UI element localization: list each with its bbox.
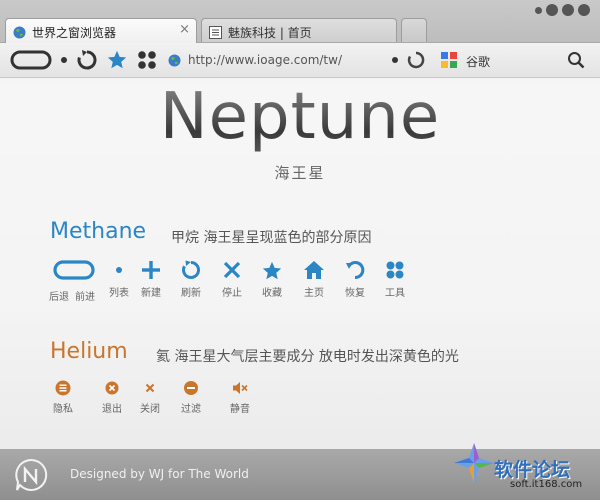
refresh-button[interactable]: 刷新 [169, 260, 213, 299]
filter-button[interactable]: 过滤 [169, 380, 213, 415]
footer-credit: Designed by WJ for The World [70, 467, 249, 481]
watermark-logo-icon [452, 441, 496, 489]
close-icon [145, 383, 155, 393]
tab-strip: 世界之窗浏览器 × 魅族科技 | 首页 [0, 0, 600, 43]
globe-icon [13, 24, 26, 39]
icon-label: 主页 [304, 288, 324, 299]
refresh-button[interactable] [75, 48, 99, 72]
home-icon [304, 261, 324, 279]
icon-label: 新建 [141, 288, 161, 299]
browser-window: 世界之窗浏览器 × 魅族科技 | 首页 http://www.ioage.com… [0, 0, 600, 500]
toolbar: http://www.ioage.com/tw/ 谷歌 [0, 43, 600, 78]
helium-title: Helium [50, 339, 128, 364]
icon-label: 后退 [49, 292, 69, 303]
search-icon[interactable] [564, 48, 588, 72]
icon-label: 静音 [230, 404, 250, 415]
search-engine-label[interactable]: 谷歌 [466, 53, 490, 70]
designer-logo-icon [14, 458, 48, 496]
refresh-icon [182, 260, 200, 279]
address-dot-icon[interactable] [388, 48, 402, 72]
mute-icon [233, 382, 248, 394]
page-subtitle: 海王星 [274, 164, 326, 182]
stop-icon [223, 261, 241, 279]
exit-icon [105, 381, 119, 395]
page-icon [209, 24, 222, 39]
icon-label: 收藏 [262, 288, 282, 299]
filter-icon [184, 381, 198, 395]
tools-icon [386, 261, 404, 279]
tab-inactive[interactable]: 魅族科技 | 首页 [201, 18, 397, 42]
page-title: Neptune [0, 80, 600, 154]
back-icon [53, 260, 95, 280]
plus-icon [142, 261, 160, 279]
back-button[interactable] [9, 48, 53, 72]
privacy-icon [55, 380, 71, 396]
restore-icon [346, 261, 365, 279]
close-window-button[interactable] [578, 4, 590, 16]
star-icon [262, 261, 282, 280]
favorite-button[interactable]: 收藏 [250, 260, 294, 299]
restore-button[interactable]: 恢复 [333, 260, 377, 299]
icon-label: 工具 [385, 288, 405, 299]
maximize-button[interactable] [562, 4, 574, 16]
home-button[interactable]: 主页 [292, 260, 336, 299]
tools-button[interactable] [135, 48, 159, 72]
icon-label: 隐私 [53, 404, 73, 415]
close-tab-button[interactable]: × [179, 22, 190, 37]
google-icon[interactable] [438, 48, 460, 72]
list-icon [116, 267, 122, 273]
new-tab-button[interactable] [401, 18, 427, 42]
window-menu-dot[interactable] [535, 6, 542, 14]
reload-icon[interactable] [405, 48, 427, 72]
helium-description: 氦 海王星大气层主要成分 放电时发出深黄色的光 [156, 349, 459, 365]
tab-title: 世界之窗浏览器 [32, 26, 117, 40]
watermark-url: soft.it168.com [510, 479, 583, 490]
close-button[interactable]: 关闭 [128, 380, 172, 415]
mute-button[interactable]: 静音 [218, 380, 262, 415]
watermark-text: 软件论坛 [494, 459, 571, 481]
icon-label: 恢复 [345, 288, 365, 299]
icon-label: 停止 [222, 288, 242, 299]
tab-active[interactable]: 世界之窗浏览器 × [5, 18, 197, 43]
new-button[interactable]: 新建 [129, 260, 173, 299]
icon-label: 前进 [75, 292, 95, 303]
methane-title: Methane [50, 219, 147, 244]
back-button[interactable]: 后退 前进 [49, 260, 97, 303]
icon-label: 刷新 [181, 288, 201, 299]
address-bar[interactable]: http://www.ioage.com/tw/ [188, 53, 342, 67]
icon-label: 关闭 [140, 404, 160, 415]
window-controls [535, 4, 590, 16]
privacy-button[interactable]: 隐私 [41, 380, 85, 415]
minimize-button[interactable] [546, 4, 558, 16]
methane-description: 甲烷 海王星呈现蓝色的部分原因 [171, 230, 372, 246]
favorite-star-button[interactable] [104, 48, 130, 72]
tools-button[interactable]: 工具 [373, 260, 417, 299]
list-button[interactable] [57, 48, 71, 72]
icon-label: 过滤 [181, 404, 201, 415]
stop-button[interactable]: 停止 [210, 260, 254, 299]
site-globe-icon [166, 48, 182, 72]
tab-title: 魅族科技 | 首页 [228, 26, 312, 40]
